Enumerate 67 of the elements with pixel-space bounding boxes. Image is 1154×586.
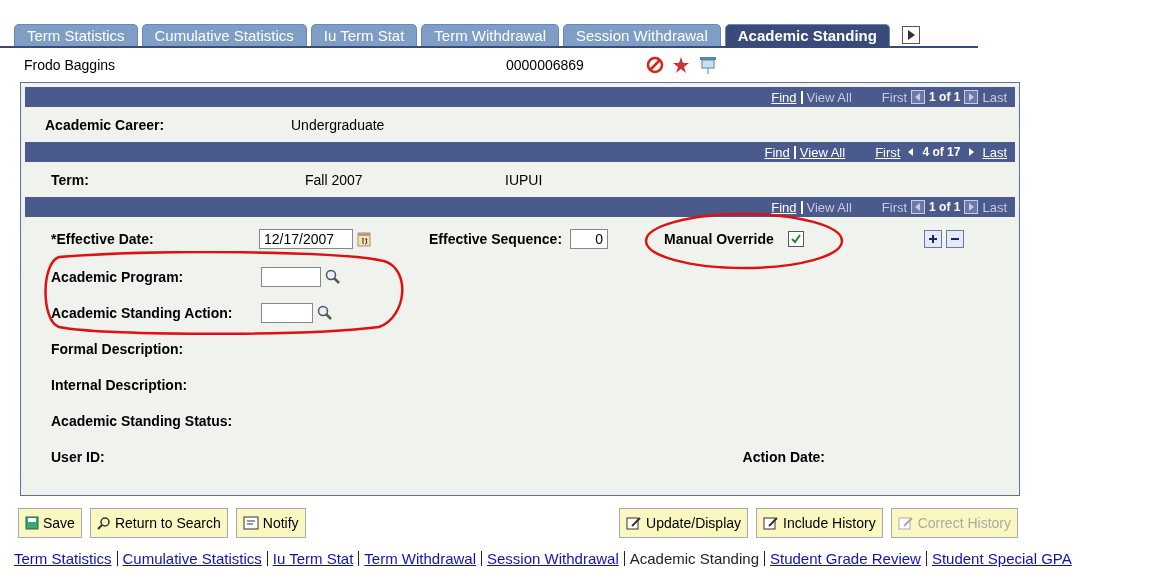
action-field[interactable]	[261, 303, 313, 323]
student-id: 0000006869	[506, 57, 585, 73]
student-name: Frodo Baggins	[24, 57, 117, 73]
field-value: Undergraduate	[291, 116, 385, 133]
field-label: Formal Description:	[51, 341, 184, 357]
field-label: Academic Standing Status:	[51, 413, 233, 429]
page-link[interactable]: Session Withdrawal	[487, 550, 619, 567]
delete-row-button[interactable]	[945, 230, 964, 248]
view-all-link[interactable]: View All	[806, 199, 852, 215]
first-link[interactable]: First	[881, 199, 908, 215]
field-label: Internal Description:	[51, 377, 188, 393]
row-position: 1 of 1	[929, 90, 961, 104]
view-all-link[interactable]: View All	[806, 89, 852, 105]
toolbar-button[interactable]: Notify	[235, 508, 306, 538]
search-icon	[96, 516, 111, 530]
field-value: IUPUI	[505, 171, 543, 188]
page-link[interactable]: Term Withdrawal	[364, 550, 476, 567]
field-label: Academic Standing Action:	[51, 305, 234, 321]
toolbar-button[interactable]: Save	[18, 508, 82, 538]
date-field[interactable]: 12/17/2007	[259, 229, 353, 249]
field-value: Fall 2007	[305, 171, 364, 188]
view-all-link[interactable]: View All	[799, 144, 846, 160]
field-label: *Effective Date:	[51, 231, 155, 247]
calendar-icon[interactable]	[357, 231, 371, 247]
last-link[interactable]: Last	[982, 89, 1007, 105]
first-link[interactable]: First	[875, 144, 901, 160]
page-link[interactable]: Term Statistics	[14, 550, 112, 567]
note-icon	[242, 516, 259, 530]
field-label: Academic Program:	[51, 269, 185, 285]
field-label: Action Date:	[742, 449, 825, 465]
next-tab-button[interactable]	[901, 26, 920, 44]
field-label: Effective Sequence:	[429, 231, 563, 247]
program-field[interactable]	[261, 267, 321, 287]
field-label: User ID:	[51, 449, 105, 465]
first-link[interactable]: First	[881, 89, 908, 105]
presentation-icon[interactable]	[698, 55, 718, 75]
page-link[interactable]: Cumulative Statistics	[122, 550, 262, 567]
add-row-button[interactable]	[923, 230, 942, 248]
page-link[interactable]: Student Special GPA	[931, 550, 1072, 567]
row-position: 4 of 17	[922, 145, 961, 159]
toolbar-button[interactable]: Update/Display	[619, 508, 749, 538]
star-icon[interactable]	[672, 56, 690, 74]
edit-icon	[626, 516, 643, 530]
prohibited-icon[interactable]	[646, 56, 664, 74]
edit-icon	[763, 516, 780, 530]
last-link[interactable]: Last	[982, 144, 1007, 160]
search-icon[interactable]	[317, 305, 333, 321]
last-link[interactable]: Last	[982, 199, 1007, 215]
field-label: Manual Override	[664, 231, 774, 247]
page-link[interactable]: Academic Standing	[629, 550, 759, 567]
field-label: Term:	[50, 171, 90, 188]
row-position: 1 of 1	[929, 200, 961, 214]
toolbar-button[interactable]: Return to Search	[89, 508, 228, 538]
field-label: Academic Career:	[45, 116, 166, 133]
plus-icon	[926, 233, 939, 245]
triangle-icon	[905, 29, 916, 41]
sequence-field[interactable]: 0	[570, 229, 609, 249]
page-link[interactable]: Iu Term Stat	[272, 550, 354, 567]
tab[interactable]: Academic Standing	[724, 24, 890, 46]
find-link[interactable]: Find	[771, 89, 797, 105]
page-link[interactable]: Student Grade Review	[770, 550, 921, 567]
checkbox[interactable]	[787, 231, 804, 247]
edit-icon	[897, 516, 914, 530]
find-link[interactable]: Find	[771, 199, 797, 215]
toolbar-button[interactable]: Include History	[756, 508, 883, 538]
search-icon[interactable]	[325, 269, 341, 285]
find-link[interactable]: Find	[764, 144, 790, 160]
